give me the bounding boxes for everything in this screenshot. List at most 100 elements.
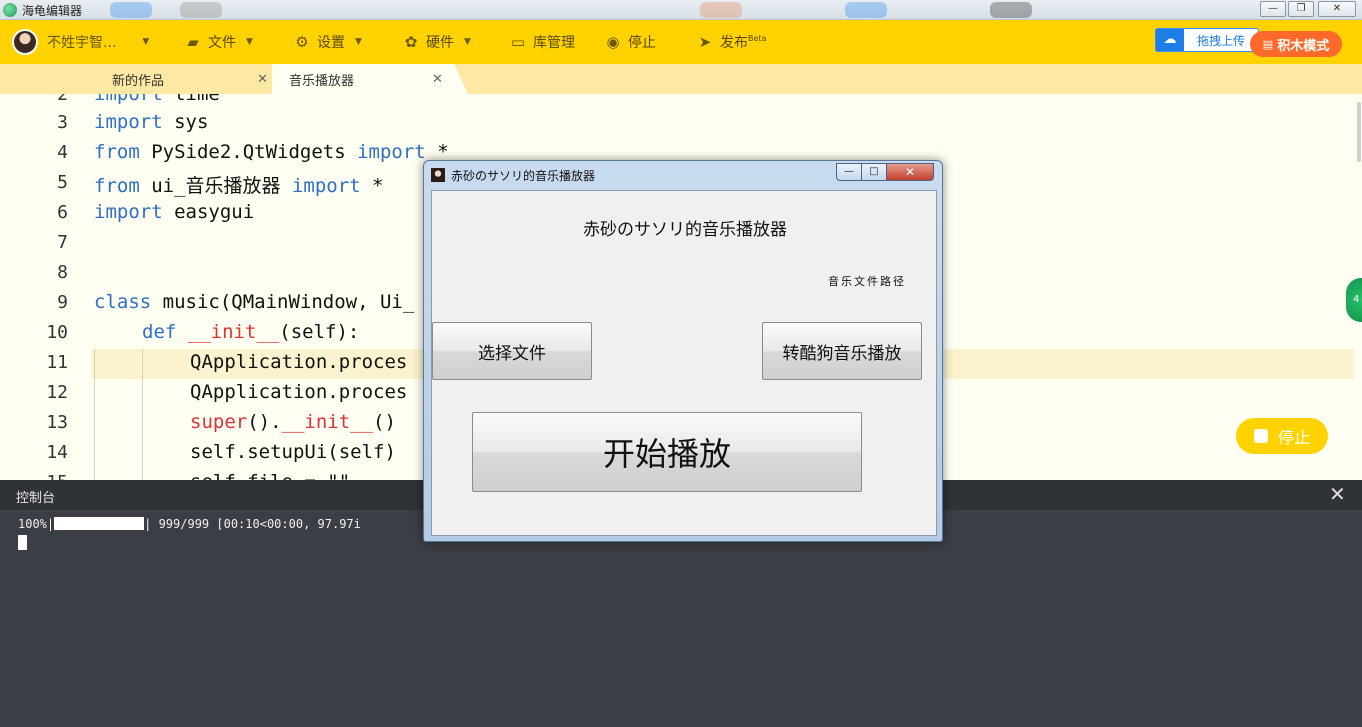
code-text: time xyxy=(162,94,220,105)
file-menu[interactable]: ▰ 文件 ▼ xyxy=(184,32,253,52)
code-line: import sys xyxy=(94,111,208,133)
tab-bar: 新的作品 ✕ 音乐播放器 ✕ xyxy=(0,64,1362,94)
line-number: 15 xyxy=(0,472,68,480)
kugou-play-button[interactable]: 转酷狗音乐播放 xyxy=(762,322,922,380)
code-text: (self): xyxy=(279,321,360,343)
select-file-button[interactable]: 选择文件 xyxy=(432,322,592,380)
inbox-icon: ▭ xyxy=(510,33,526,51)
dunder-name: __init__ xyxy=(187,321,280,343)
user-menu[interactable]: 不姓宇智... ▼ xyxy=(47,32,149,52)
block-mode-button[interactable]: ▤ 积木模式 xyxy=(1250,31,1342,57)
line-number: 10 xyxy=(46,322,68,343)
main-toolbar: 不姓宇智... ▼ ▰ 文件 ▼ ⚙ 设置 ▼ ✿ 硬件 ▼ ▭ 库管理 ◉ 停… xyxy=(0,20,1362,64)
background-blur-icon xyxy=(110,2,152,18)
dialog-title: 赤砂のサソリ的音乐播放器 xyxy=(451,169,596,183)
keyword: import xyxy=(94,111,163,133)
code-text: music(QMainWindow, Ui_ xyxy=(151,291,415,313)
text-cursor xyxy=(18,535,27,550)
maximize-window-button[interactable]: ❐ xyxy=(1288,1,1314,17)
stop-icon xyxy=(1254,429,1268,443)
cloud-icon: ☁ xyxy=(1156,29,1184,51)
tab-new-work[interactable]: 新的作品 ✕ xyxy=(92,64,272,94)
code-line: def __init__(self): xyxy=(142,321,359,343)
avatar[interactable] xyxy=(12,29,38,55)
tab-label: 新的作品 xyxy=(112,73,165,89)
publish-button-label: 发布 xyxy=(720,35,748,51)
chevron-down-icon: ▼ xyxy=(142,37,150,47)
line-number: 8 xyxy=(57,262,68,283)
dialog-heading: 赤砂のサソリ的音乐播放器 xyxy=(583,220,787,240)
minimize-window-button[interactable]: — xyxy=(1260,1,1286,17)
turtle-icon: ✿ xyxy=(404,33,418,51)
dialog-minimize-button[interactable]: — xyxy=(836,163,862,181)
close-window-button[interactable]: ✕ xyxy=(1318,1,1356,17)
folder-icon: ▰ xyxy=(187,33,199,51)
dialog-content: 赤砂のサソリ的音乐播放器 音乐文件路径 选择文件 转酷狗音乐播放 开始播放 xyxy=(431,190,937,536)
music-player-window: 赤砂のサソリ的音乐播放器 — □ ✕ 赤砂のサソリ的音乐播放器 音乐文件路径 选… xyxy=(423,160,943,542)
library-button[interactable]: ▭ 库管理 xyxy=(509,32,575,52)
line-number: 13 xyxy=(46,412,68,433)
code-text: ui_音乐播放器 xyxy=(139,175,292,197)
stop-button[interactable]: ◉ 停止 xyxy=(604,32,656,52)
dunder-name: __init__ xyxy=(281,411,374,433)
code-text: PySide2.QtWidgets xyxy=(139,141,358,163)
tab-music-player[interactable]: 音乐播放器 ✕ xyxy=(272,64,452,94)
keyword: from xyxy=(94,141,140,163)
line-number: 6 xyxy=(57,202,68,223)
app-logo-icon xyxy=(3,3,17,17)
keyword: from xyxy=(94,175,140,197)
drag-upload-label: 拖拽上传 xyxy=(1196,33,1245,48)
beta-badge: Beta xyxy=(748,33,767,43)
code-text: sys xyxy=(162,111,209,133)
start-play-button[interactable]: 开始播放 xyxy=(472,412,862,492)
line-number: 2 xyxy=(57,94,68,105)
music-path-label: 音乐文件路径 xyxy=(828,275,906,288)
hardware-menu-label: 硬件 xyxy=(426,35,454,51)
keyword: import xyxy=(291,175,361,197)
code-line: QApplication.proces xyxy=(190,351,408,373)
code-line: class music(QMainWindow, Ui_ xyxy=(94,291,414,313)
library-button-label: 库管理 xyxy=(533,35,575,51)
code-line: import easygui xyxy=(94,201,254,223)
code-line: self.setupUi(self) xyxy=(190,441,396,463)
block-mode-label: 积木模式 xyxy=(1277,38,1330,54)
file-menu-label: 文件 xyxy=(208,35,236,51)
floating-stop-label: 停止 xyxy=(1278,428,1311,447)
stop-icon: ◉ xyxy=(606,33,620,51)
chevron-down-icon: ▼ xyxy=(246,37,253,47)
dialog-close-button[interactable]: ✕ xyxy=(886,163,934,181)
title-bar: 海龟编辑器 — ❐ ✕ xyxy=(0,0,1362,20)
editor-scrollbar-thumb[interactable] xyxy=(1357,102,1361,162)
settings-menu[interactable]: ⚙ 设置 ▼ xyxy=(293,32,362,52)
line-number: 4 xyxy=(57,142,68,163)
code-line: super().__init__() xyxy=(190,411,396,433)
indent-guide xyxy=(94,349,95,480)
line-number-gutter: 2 3 4 5 6 7 8 9 10 11 12 13 14 15 xyxy=(0,94,90,480)
chevron-down-icon: ▼ xyxy=(464,37,471,47)
publish-button[interactable]: ➤ 发布 Beta xyxy=(696,32,767,52)
paper-plane-icon: ➤ xyxy=(698,33,712,51)
line-number: 11 xyxy=(46,352,68,373)
background-blur-icon xyxy=(990,2,1032,18)
line-number: 12 xyxy=(46,382,68,403)
console-text: | 999/999 [00:10<00:00, 97.97i xyxy=(144,517,361,531)
dialog-maximize-button[interactable]: □ xyxy=(861,163,887,181)
code-line: import time xyxy=(94,94,220,105)
line-number: 3 xyxy=(57,112,68,133)
app-title: 海龟编辑器 xyxy=(22,4,83,18)
close-icon[interactable]: ✕ xyxy=(432,72,443,87)
drag-upload-button[interactable]: ☁ 拖拽上传 xyxy=(1155,28,1259,52)
stop-button-label: 停止 xyxy=(628,35,656,51)
code-line: self.file = "" xyxy=(190,471,350,480)
keyword: import xyxy=(357,141,426,163)
floating-stop-button[interactable]: 停止 xyxy=(1236,418,1328,454)
close-icon[interactable]: ✕ xyxy=(257,72,268,87)
floating-badge[interactable]: 4 xyxy=(1346,278,1362,322)
code-text: * xyxy=(360,175,384,197)
block-mode-icon: ▤ xyxy=(1262,37,1274,51)
background-blur-icon xyxy=(700,2,742,18)
close-icon[interactable]: ✕ xyxy=(1329,482,1346,506)
hardware-menu[interactable]: ✿ 硬件 ▼ xyxy=(402,32,471,52)
console-text: 100%| xyxy=(18,517,55,531)
